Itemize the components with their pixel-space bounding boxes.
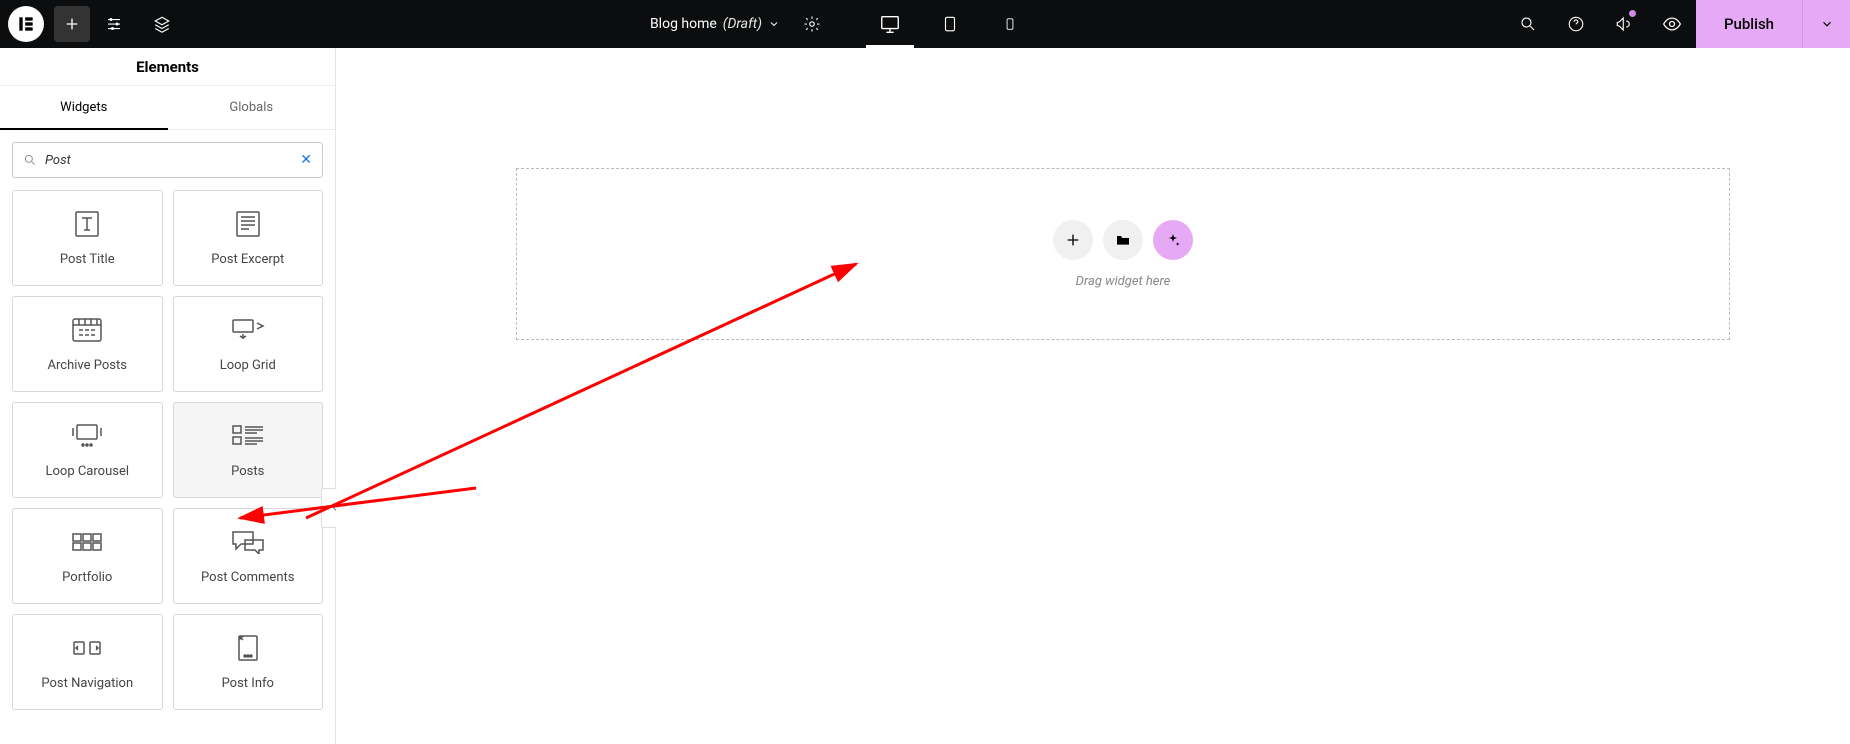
- widgets-grid: Post Title Post Excerpt Archive Posts Lo…: [0, 190, 335, 722]
- notification-dot: [1629, 10, 1636, 17]
- widget-loop-carousel[interactable]: Loop Carousel: [12, 402, 163, 498]
- loop-carousel-icon: [69, 423, 105, 449]
- plus-icon: [1065, 232, 1081, 248]
- posts-icon: [231, 424, 265, 448]
- publish-label: Publish: [1724, 15, 1774, 33]
- finder-button[interactable]: [1504, 0, 1552, 48]
- sparkle-icon: [1165, 232, 1181, 248]
- elementor-logo[interactable]: [8, 6, 44, 42]
- widget-post-title[interactable]: Post Title: [12, 190, 163, 286]
- gear-icon: [803, 15, 821, 33]
- dropzone-hint: Drag widget here: [1076, 274, 1171, 289]
- clear-search-button[interactable]: ✕: [300, 152, 312, 168]
- topbar: Blog home (Draft): [0, 0, 1850, 48]
- tab-globals[interactable]: Globals: [168, 86, 336, 129]
- folder-icon: [1115, 232, 1131, 248]
- add-section-button[interactable]: [1053, 220, 1093, 260]
- post-excerpt-icon: [233, 210, 263, 238]
- mobile-icon: [1003, 13, 1017, 35]
- chevron-down-icon: [768, 18, 780, 30]
- publish-options-button[interactable]: [1802, 0, 1850, 48]
- document-title-text: Blog home: [650, 16, 717, 32]
- archive-posts-icon: [71, 317, 103, 343]
- search-icon: [23, 153, 37, 167]
- elements-panel: Elements Widgets Globals ✕ Post Title Po…: [0, 48, 336, 744]
- device-mobile[interactable]: [980, 0, 1040, 48]
- tab-widgets[interactable]: Widgets: [0, 86, 168, 129]
- document-title-dropdown[interactable]: Blog home (Draft): [650, 16, 780, 32]
- post-info-icon: [235, 634, 261, 662]
- widget-search-input[interactable]: [45, 153, 292, 168]
- sliders-icon: [105, 15, 123, 33]
- topbar-right: Publish: [1504, 0, 1850, 48]
- preview-button[interactable]: [1648, 0, 1696, 48]
- dropzone-actions: [1053, 220, 1193, 260]
- search-wrap: ✕: [0, 130, 335, 190]
- chevron-down-icon: [1820, 17, 1834, 31]
- document-status: (Draft): [723, 16, 762, 32]
- layers-icon: [153, 15, 171, 33]
- widget-post-info[interactable]: Post Info: [173, 614, 324, 710]
- structure-button[interactable]: [138, 0, 186, 48]
- workspace: Elements Widgets Globals ✕ Post Title Po…: [0, 48, 1850, 744]
- site-settings-button[interactable]: [90, 0, 138, 48]
- help-button[interactable]: [1552, 0, 1600, 48]
- post-title-icon: [72, 210, 102, 238]
- template-library-button[interactable]: [1103, 220, 1143, 260]
- widget-post-comments[interactable]: Post Comments: [173, 508, 324, 604]
- device-desktop[interactable]: [860, 0, 920, 48]
- page-settings-button[interactable]: [788, 0, 836, 48]
- elementor-logo-icon: [16, 14, 36, 34]
- ai-button[interactable]: [1153, 220, 1193, 260]
- post-comments-icon: [231, 530, 265, 554]
- topbar-center: Blog home (Draft): [186, 0, 1504, 48]
- empty-section-dropzone[interactable]: Drag widget here: [516, 168, 1730, 340]
- eye-icon: [1662, 14, 1682, 34]
- widget-portfolio[interactable]: Portfolio: [12, 508, 163, 604]
- responsive-devices: [860, 0, 1040, 48]
- device-tablet[interactable]: [920, 0, 980, 48]
- help-icon: [1567, 15, 1585, 33]
- panel-title: Elements: [0, 48, 335, 86]
- editor-canvas[interactable]: Drag widget here: [336, 48, 1850, 744]
- panel-tabs: Widgets Globals: [0, 86, 335, 130]
- desktop-icon: [879, 13, 901, 35]
- plus-icon: [64, 16, 80, 32]
- widget-posts[interactable]: Posts: [173, 402, 324, 498]
- search-icon: [1519, 15, 1537, 33]
- add-element-button[interactable]: [54, 6, 90, 42]
- whats-new-button[interactable]: [1600, 0, 1648, 48]
- publish-button[interactable]: Publish: [1696, 0, 1802, 48]
- topbar-left: [0, 0, 186, 48]
- loop-grid-icon: [231, 318, 265, 342]
- portfolio-icon: [71, 532, 103, 552]
- post-navigation-icon: [72, 638, 102, 658]
- widget-search-box[interactable]: ✕: [12, 142, 323, 178]
- widget-archive-posts[interactable]: Archive Posts: [12, 296, 163, 392]
- announcement-icon: [1615, 15, 1633, 33]
- widget-post-excerpt[interactable]: Post Excerpt: [173, 190, 324, 286]
- tablet-icon: [941, 13, 959, 35]
- widget-loop-grid[interactable]: Loop Grid: [173, 296, 324, 392]
- widget-post-navigation[interactable]: Post Navigation: [12, 614, 163, 710]
